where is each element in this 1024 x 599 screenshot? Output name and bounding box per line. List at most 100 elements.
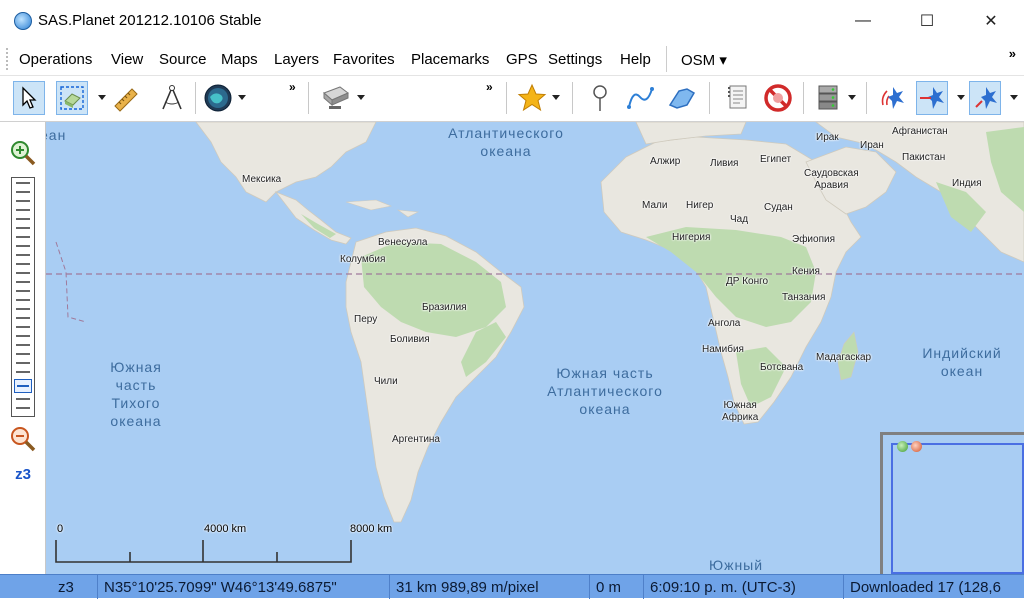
add-polygon-button[interactable] xyxy=(666,81,698,115)
gps-connect-button[interactable] xyxy=(876,81,908,115)
country-label: Перу xyxy=(354,314,378,325)
gps-device-button[interactable] xyxy=(320,81,352,115)
zoom-in-button[interactable] xyxy=(10,140,36,166)
zoom-slider-thumb[interactable] xyxy=(14,379,32,393)
country-label: Алжир xyxy=(650,156,681,167)
hide-placemarks-button[interactable] xyxy=(762,81,794,115)
close-button[interactable]: ✕ xyxy=(968,0,1014,42)
map-base-layer xyxy=(46,122,1024,563)
map-view[interactable]: еан Атлантического океана Южная часть Ти… xyxy=(46,122,1024,574)
gps-track-button[interactable] xyxy=(916,81,948,115)
status-zoom: z3 xyxy=(52,575,98,599)
country-label: Судан xyxy=(764,202,793,213)
map-source-dropdown[interactable]: OSM ▾ xyxy=(681,51,727,69)
toolbar-separator xyxy=(506,82,507,114)
zoom-slider[interactable] xyxy=(11,177,35,417)
country-label: Нигерия xyxy=(672,232,711,243)
selection-dropdown-arrow[interactable] xyxy=(98,95,106,100)
menu-source[interactable]: Source xyxy=(159,51,207,68)
gps-track-dropdown-arrow[interactable] xyxy=(957,95,965,100)
land-caribbean xyxy=(345,199,393,211)
cache-dropdown-arrow[interactable] xyxy=(848,95,856,100)
country-label: Танзания xyxy=(782,292,826,303)
menu-settings[interactable]: Settings xyxy=(548,51,602,68)
add-path-button[interactable] xyxy=(624,81,656,115)
country-label: Пакистан xyxy=(902,152,946,163)
star-icon xyxy=(517,83,547,112)
mini-map-viewport[interactable] xyxy=(891,443,1024,574)
minimize-button[interactable]: — xyxy=(840,0,886,42)
zoom-in-icon xyxy=(11,141,36,166)
zoom-level-label: z3 xyxy=(15,466,31,483)
gps-track-center-icon xyxy=(975,87,997,109)
ocean-label-indian: Индийский океан xyxy=(922,345,1002,379)
toolbar-separator xyxy=(803,82,804,114)
pacific-boundary-line xyxy=(55,241,87,323)
polygon-icon xyxy=(668,88,696,109)
country-label: Индия xyxy=(952,178,982,189)
ocean-label-pacific-north: еан xyxy=(46,127,67,143)
country-label: Чили xyxy=(374,376,398,387)
toolbar-separator xyxy=(709,82,710,114)
mini-map[interactable] xyxy=(880,432,1024,574)
menu-view[interactable]: View xyxy=(111,51,143,68)
mini-map-zoom-out-icon[interactable] xyxy=(911,441,922,452)
app-globe-icon xyxy=(14,12,32,30)
gps-center-button[interactable] xyxy=(969,81,1001,115)
placemarks-manager-button[interactable] xyxy=(722,81,754,115)
add-placemark-button[interactable] xyxy=(584,81,616,115)
toolbar-overflow-chevron[interactable]: » xyxy=(486,80,493,94)
selection-tool-button[interactable] xyxy=(56,81,88,115)
toolbar-separator xyxy=(308,82,309,114)
pointer-tool-button[interactable] xyxy=(13,81,45,115)
scale-label-end: 8000 km xyxy=(350,523,393,535)
favorites-dropdown-arrow[interactable] xyxy=(552,95,560,100)
globe-dropdown-arrow[interactable] xyxy=(238,95,246,100)
land-north-america xyxy=(195,122,377,203)
mini-map-zoom-in-icon[interactable] xyxy=(897,441,908,452)
country-label: Боливия xyxy=(390,334,430,345)
menu-layers[interactable]: Layers xyxy=(274,51,319,68)
status-distance: 0 m xyxy=(590,575,644,599)
scale-bar xyxy=(55,540,352,563)
menu-gps[interactable]: GPS xyxy=(506,51,538,68)
country-label: ДР Конго xyxy=(726,276,769,287)
compass-tool-button[interactable] xyxy=(156,81,188,115)
menu-maps[interactable]: Maps xyxy=(221,51,258,68)
country-label: Мадагаскар xyxy=(816,352,872,363)
country-label: Иран xyxy=(860,140,884,151)
country-label: Египет xyxy=(760,154,792,165)
favorites-button[interactable] xyxy=(516,81,548,115)
toolbar-separator xyxy=(866,82,867,114)
ocean-label-atlantic-north: Атлантического океана xyxy=(448,125,564,159)
country-label: Ирак xyxy=(816,132,839,143)
menu-grip-handle[interactable] xyxy=(6,48,9,70)
gps-center-dropdown-arrow[interactable] xyxy=(1010,95,1018,100)
zoom-out-icon xyxy=(11,427,36,452)
country-label: Ботсвана xyxy=(760,362,804,373)
gps-device-icon xyxy=(323,86,349,109)
menu-help[interactable]: Help xyxy=(620,51,651,68)
path-icon xyxy=(627,87,654,109)
menu-favorites[interactable]: Favorites xyxy=(333,51,395,68)
globe-tool-button[interactable] xyxy=(202,81,234,115)
land-central-america xyxy=(274,191,352,245)
cache-database-button[interactable] xyxy=(812,81,844,115)
ruler-tool-button[interactable] xyxy=(110,81,142,115)
country-label: Бразилия xyxy=(422,302,467,313)
country-label: Колумбия xyxy=(340,254,386,265)
maximize-button[interactable]: ☐ xyxy=(904,0,950,42)
status-time: 6:09:10 p. m. (UTC-3) xyxy=(644,575,844,599)
country-label: Мексика xyxy=(242,174,282,185)
database-icon xyxy=(818,85,838,110)
title-bar: SAS.Planet 201212.10106 Stable — ☐ ✕ xyxy=(0,0,1024,42)
land-caribbean-2 xyxy=(396,209,420,218)
zoom-out-button[interactable] xyxy=(10,426,36,452)
menu-separator xyxy=(666,46,667,72)
menu-operations[interactable]: Operations xyxy=(19,51,92,68)
pointer-icon xyxy=(22,86,37,109)
toolbar-overflow-chevron[interactable]: » xyxy=(289,80,296,94)
menu-placemarks[interactable]: Placemarks xyxy=(411,51,489,68)
gps-device-dropdown-arrow[interactable] xyxy=(357,95,365,100)
menu-overflow-chevron[interactable]: » xyxy=(1009,46,1016,61)
